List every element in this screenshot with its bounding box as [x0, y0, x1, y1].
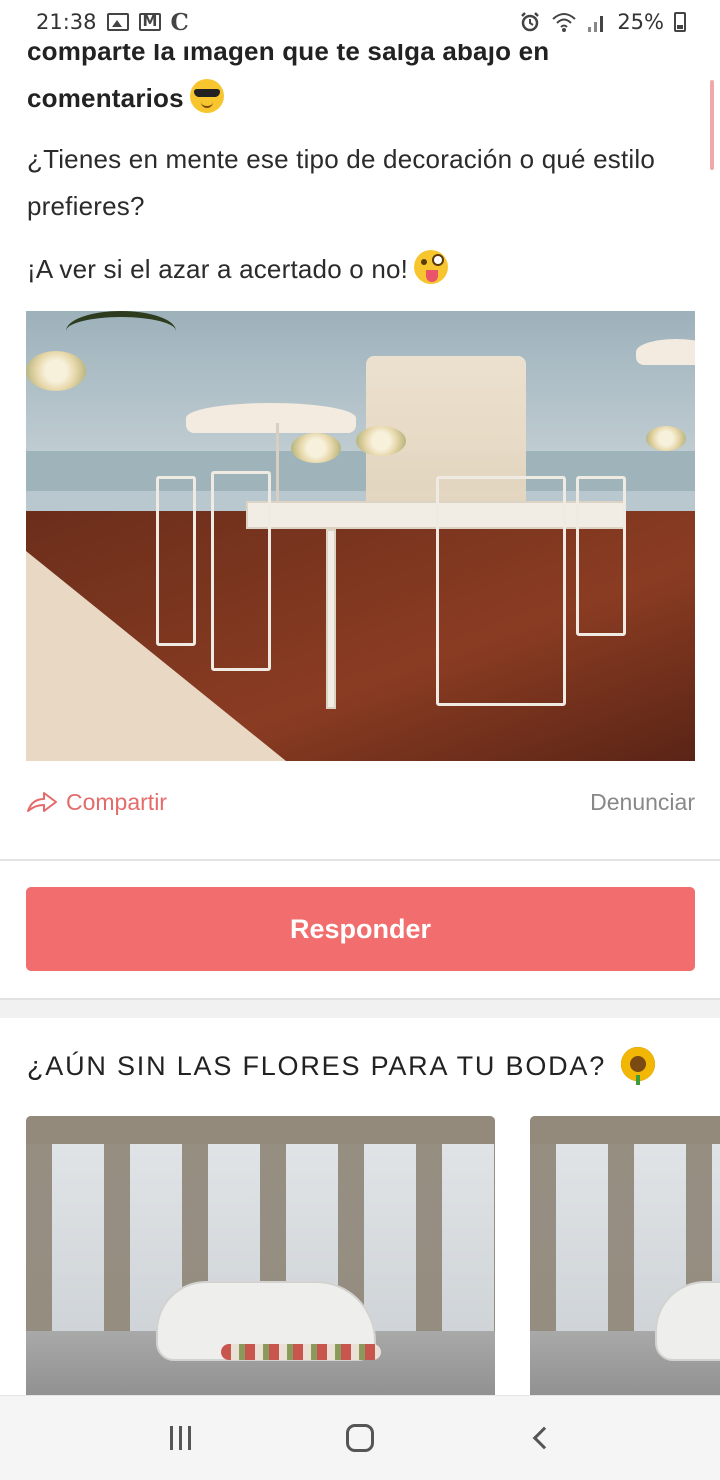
promo-section-title-wrap: ¿AÚN SIN LAS FLORES PARA TU BODA? — [27, 1044, 656, 1088]
promo-card[interactable] — [26, 1116, 495, 1401]
post-intro-line2: comentarios — [27, 83, 184, 113]
photo-flowers-1 — [291, 433, 341, 463]
status-bar-left: 21:38 C — [36, 9, 189, 36]
post-closing: ¡A ver si el azar a acertado o no! — [27, 254, 409, 284]
gallery-icon — [106, 13, 129, 31]
mail-icon — [138, 12, 161, 31]
recent-apps-icon — [169, 1426, 191, 1450]
photo-palm — [66, 311, 176, 351]
post-photo[interactable] — [26, 311, 695, 761]
back-button[interactable] — [510, 1408, 570, 1468]
promo-card[interactable] — [530, 1116, 720, 1401]
sunglasses-emoji-icon — [189, 79, 224, 113]
post-intro-line2-wrap: comentarios — [27, 75, 697, 122]
divider — [0, 859, 720, 861]
signal-icon — [588, 16, 604, 32]
photo-chair-1 — [156, 476, 196, 646]
post-closing-wrap: ¡A ver si el azar a acertado o no! — [27, 246, 697, 293]
status-bar-right: 25% — [519, 10, 686, 34]
photo-flowers-4 — [646, 426, 686, 451]
battery-percent: 25% — [617, 10, 664, 34]
reply-button[interactable]: Responder — [26, 887, 695, 971]
battery-icon — [674, 12, 686, 32]
post-question: ¿Tienes en mente ese tipo de decoración … — [27, 144, 656, 221]
scroll-indicator[interactable] — [710, 80, 714, 170]
promo-section-title: ¿AÚN SIN LAS FLORES PARA TU BODA? — [27, 1051, 607, 1081]
winking-tongue-emoji-icon — [414, 250, 449, 284]
home-button[interactable] — [330, 1408, 390, 1468]
photo-umbrella — [186, 403, 356, 433]
recent-apps-button[interactable] — [150, 1408, 210, 1468]
report-button[interactable]: Denunciar — [590, 785, 695, 819]
photo-flowers-2 — [356, 426, 406, 456]
photo-chair-2 — [211, 471, 271, 671]
home-icon — [346, 1424, 374, 1452]
share-button[interactable]: Compartir — [26, 785, 167, 819]
photo-umbrella-right — [636, 339, 695, 365]
card-car-flowers — [221, 1344, 381, 1360]
c-app-icon: C — [170, 8, 189, 36]
photo-chair-3 — [436, 476, 566, 706]
alarm-icon — [521, 12, 540, 32]
share-arrow-icon — [26, 791, 58, 813]
status-time: 21:38 — [36, 10, 97, 34]
photo-chair-4 — [576, 476, 626, 636]
share-label: Compartir — [66, 789, 167, 815]
back-chevron-icon — [532, 1426, 556, 1450]
wifi-icon — [552, 13, 576, 32]
system-nav-bar — [0, 1395, 720, 1480]
section-separator — [0, 998, 720, 1018]
photo-flowers-3 — [26, 351, 86, 391]
card-aqueduct-top — [530, 1116, 720, 1144]
card-aqueduct-top — [26, 1116, 495, 1144]
sunflower-emoji-icon — [621, 1047, 656, 1085]
status-bar: 21:38 C 25% — [0, 0, 720, 44]
photo-table-leg — [326, 529, 336, 709]
